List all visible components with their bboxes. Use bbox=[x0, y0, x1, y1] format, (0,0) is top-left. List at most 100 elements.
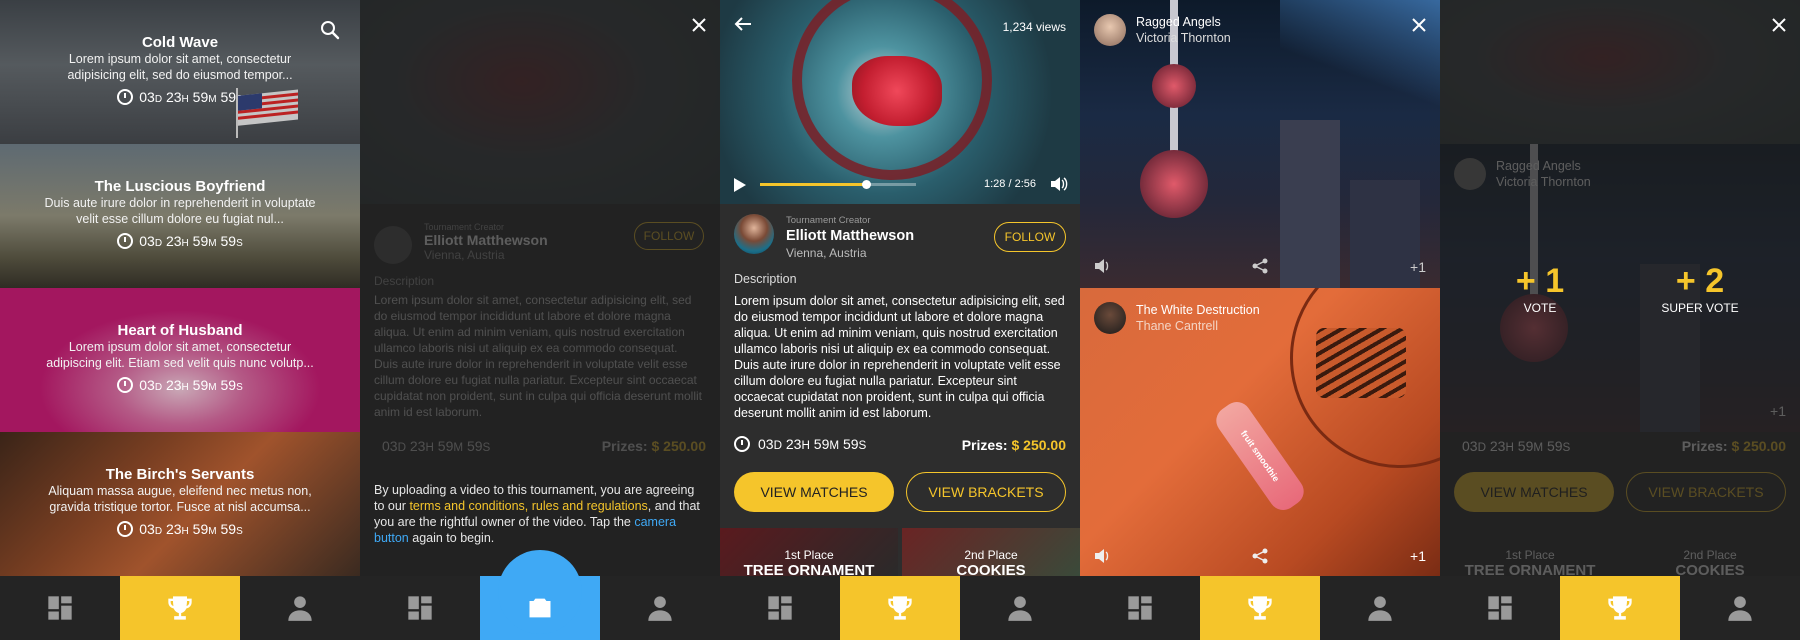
countdown-timer: 03D 23H 59M 59S bbox=[0, 89, 360, 105]
card-title: The Birch's Servants bbox=[105, 466, 255, 483]
close-icon[interactable] bbox=[692, 18, 706, 32]
screen-tournament-list: Cold Wave Lorem ipsum dolor sit amet, co… bbox=[0, 0, 360, 640]
trophy-icon bbox=[888, 596, 912, 620]
follow-button[interactable]: FOLLOW bbox=[994, 222, 1066, 252]
bottom-tab-bar bbox=[1080, 576, 1440, 640]
user-icon bbox=[1008, 596, 1032, 621]
dashboard-icon bbox=[768, 596, 792, 620]
vote-count: +1 bbox=[1410, 259, 1426, 275]
match-video-top[interactable] bbox=[1080, 0, 1440, 288]
card-description: Lorem ipsum dolor sit amet, consectetur … bbox=[67, 52, 293, 82]
upload-agreement-text: By uploading a video to this tournament,… bbox=[374, 483, 700, 545]
user-icon bbox=[288, 596, 312, 621]
tournament-card[interactable]: The Luscious Boyfriend Duis aute irure d… bbox=[0, 144, 360, 288]
card-title: The Luscious Boyfriend bbox=[94, 178, 266, 195]
avatar bbox=[1094, 302, 1126, 334]
tab-camera[interactable] bbox=[480, 550, 600, 640]
tab-dashboard[interactable] bbox=[360, 576, 480, 640]
close-icon[interactable] bbox=[1772, 18, 1786, 32]
creator-name: Elliott Matthewson bbox=[786, 228, 915, 244]
close-icon[interactable] bbox=[1412, 18, 1426, 32]
tournament-card[interactable]: The Birch's Servants Aliquam massa augue… bbox=[0, 432, 360, 576]
tab-dashboard[interactable] bbox=[1440, 576, 1560, 640]
volume-icon[interactable] bbox=[1094, 258, 1112, 274]
tournament-card[interactable]: Heart of Husband Lorem ipsum dolor sit a… bbox=[0, 288, 360, 432]
share-icon[interactable] bbox=[1252, 548, 1268, 564]
user-icon bbox=[648, 596, 672, 621]
screen-upload-agreement: Tournament Creator Elliott Matthewson Vi… bbox=[360, 0, 720, 640]
screen-tournament-detail: 1,234 views 1:28 / 2:56 Tournament Creat… bbox=[720, 0, 1080, 640]
tab-profile[interactable] bbox=[240, 576, 360, 640]
card-description: Duis aute irure dolor in reprehenderit i… bbox=[44, 196, 316, 226]
user-icon bbox=[1728, 596, 1752, 621]
back-arrow-icon[interactable] bbox=[734, 16, 752, 32]
tab-tournaments[interactable] bbox=[1560, 576, 1680, 640]
place-card[interactable]: 1st Place TREE ORNAMENT bbox=[720, 528, 898, 576]
match-video-bottom[interactable]: fruit smoothie bbox=[1080, 288, 1440, 576]
tab-profile[interactable] bbox=[600, 576, 720, 640]
stopwatch-icon bbox=[117, 89, 134, 105]
video-user: Thane Cantrell bbox=[1136, 319, 1218, 333]
video-title: Ragged Angels bbox=[1136, 15, 1221, 29]
tab-tournaments[interactable] bbox=[120, 576, 240, 640]
screen-match: Ragged Angels Victoria Thornton +1 fruit… bbox=[1080, 0, 1440, 640]
creator-location: Vienna, Austria bbox=[786, 246, 867, 260]
tournament-card[interactable]: Cold Wave Lorem ipsum dolor sit amet, co… bbox=[0, 0, 360, 144]
creator-role: Tournament Creator bbox=[786, 215, 871, 226]
avatar bbox=[1094, 14, 1126, 46]
share-icon[interactable] bbox=[1252, 258, 1268, 274]
volume-icon[interactable] bbox=[1094, 548, 1112, 564]
camera-icon bbox=[529, 598, 551, 618]
play-icon[interactable] bbox=[734, 178, 746, 192]
view-count: 1,234 views bbox=[1002, 20, 1066, 34]
video-progress-track[interactable] bbox=[760, 180, 916, 189]
view-brackets-button[interactable]: VIEW BRACKETS bbox=[906, 472, 1066, 512]
vote-option[interactable]: + 1 VOTE bbox=[1480, 262, 1600, 315]
terms-link[interactable]: terms and conditions, rules and regulati… bbox=[409, 499, 647, 513]
tab-tournaments[interactable] bbox=[1200, 576, 1320, 640]
description-body: Lorem ipsum dolor sit amet, consectetur … bbox=[734, 294, 1065, 420]
stopwatch-icon bbox=[734, 436, 750, 452]
bottom-tab-bar bbox=[720, 576, 1080, 640]
video-progress-knob[interactable] bbox=[862, 180, 872, 189]
search-icon[interactable] bbox=[320, 20, 340, 40]
dashboard-icon bbox=[48, 596, 72, 620]
view-matches-button[interactable]: VIEW MATCHES bbox=[734, 472, 894, 512]
stopwatch-icon bbox=[117, 233, 134, 249]
stopwatch-icon bbox=[117, 377, 134, 393]
tab-dashboard[interactable] bbox=[1080, 576, 1200, 640]
volume-icon[interactable] bbox=[1050, 176, 1068, 192]
tab-profile[interactable] bbox=[1680, 576, 1800, 640]
place-card[interactable]: 2nd Place COOKIES bbox=[902, 528, 1080, 576]
video-progress-fill bbox=[760, 183, 867, 186]
tab-tournaments[interactable] bbox=[840, 576, 960, 640]
bottom-tab-bar bbox=[1440, 576, 1800, 640]
screen-vote-overlay: Ragged Angels Victoria Thornton +1 03D 2… bbox=[1440, 0, 1800, 640]
app-screens: Cold Wave Lorem ipsum dolor sit amet, co… bbox=[0, 0, 1800, 640]
dashboard-icon bbox=[1128, 596, 1152, 620]
card-title: Cold Wave bbox=[141, 34, 219, 51]
bow-image bbox=[852, 56, 942, 126]
trophy-icon bbox=[1608, 596, 1632, 620]
card-description: Aliquam massa augue, eleifend nec metus … bbox=[48, 484, 312, 514]
video-user: Victoria Thornton bbox=[1136, 31, 1231, 45]
countdown-timer: 03D 23H 59M 59S bbox=[0, 521, 360, 537]
tab-profile[interactable] bbox=[1320, 576, 1440, 640]
tab-dashboard[interactable] bbox=[720, 576, 840, 640]
avatar bbox=[734, 214, 774, 254]
tab-profile[interactable] bbox=[960, 576, 1080, 640]
dashboard-icon bbox=[408, 596, 432, 620]
user-icon bbox=[1368, 596, 1392, 621]
countdown-timer: 03D 23H 59M 59S bbox=[0, 377, 360, 393]
dashboard-icon bbox=[1488, 596, 1512, 620]
flag-image bbox=[236, 88, 298, 138]
vote-count: +1 bbox=[1410, 548, 1426, 564]
tab-dashboard[interactable] bbox=[0, 576, 120, 640]
stopwatch-icon bbox=[117, 521, 134, 537]
card-description: Lorem ipsum dolor sit amet, consectetur … bbox=[46, 340, 314, 370]
super-vote-option[interactable]: + 2 SUPER VOTE bbox=[1640, 262, 1760, 315]
prizes: Prizes: $ 250.00 bbox=[961, 437, 1066, 453]
video-title: The White Destruction bbox=[1136, 303, 1260, 317]
description-heading: Description bbox=[734, 272, 797, 286]
bottom-tab-bar bbox=[360, 550, 720, 640]
